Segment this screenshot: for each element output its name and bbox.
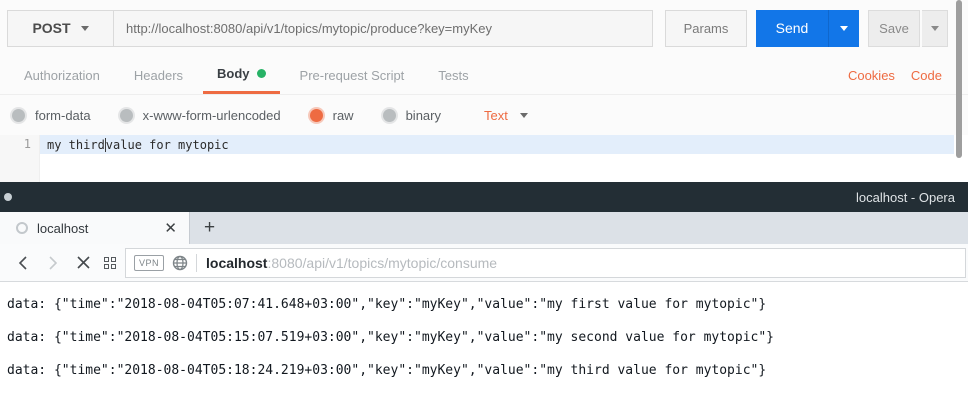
tab-pre-request-script[interactable]: Pre-request Script <box>286 56 419 94</box>
radio-label: raw <box>333 108 354 123</box>
body-type-row: form-data x-www-form-urlencoded raw bina… <box>0 95 968 135</box>
sse-event-line: data: {"time":"2018-08-04T05:15:07.519+0… <box>7 321 968 354</box>
back-button[interactable] <box>8 256 38 270</box>
opera-titlebar: localhost - Opera <box>0 182 968 212</box>
cookies-link[interactable]: Cookies <box>848 68 895 83</box>
grid-square <box>111 264 116 269</box>
tab-body[interactable]: Body <box>203 56 280 94</box>
grid-square <box>104 257 109 262</box>
browser-tabstrip: localhost ✕ + <box>0 212 968 244</box>
request-url-input[interactable] <box>113 10 653 47</box>
tab-label: Body <box>217 66 250 81</box>
method-select[interactable]: POST <box>7 10 113 47</box>
radio-label: binary <box>406 108 441 123</box>
tab-label: Tests <box>438 68 468 83</box>
body-content-dot-icon <box>257 69 266 78</box>
cookies-code-links: Cookies Code <box>848 56 968 94</box>
editor-text: my third <box>47 138 105 152</box>
send-button[interactable]: Send <box>756 10 828 47</box>
close-tab-icon[interactable]: ✕ <box>162 219 179 237</box>
editor-text: value for mytopic <box>106 138 229 152</box>
tab-label: Authorization <box>24 68 100 83</box>
chevron-down-icon <box>840 26 848 31</box>
method-label: POST <box>32 20 70 36</box>
chevron-down-icon <box>81 26 89 31</box>
forward-button[interactable] <box>38 256 68 270</box>
save-options-button[interactable] <box>922 10 948 47</box>
request-tabs: Authorization Headers Body Pre-request S… <box>0 56 968 95</box>
editor-active-line[interactable]: my third value for mytopic <box>40 135 954 154</box>
browser-tab-title: localhost <box>37 221 162 236</box>
chevron-left-icon <box>17 256 29 270</box>
format-select[interactable]: Text <box>484 108 528 123</box>
url-host: localhost <box>206 255 267 271</box>
window-title: localhost - Opera <box>856 190 955 205</box>
body-type-raw[interactable]: raw <box>310 108 354 123</box>
body-type-form-data[interactable]: form-data <box>12 108 91 123</box>
chevron-right-icon <box>47 256 59 270</box>
url-text[interactable]: localhost:8080/api/v1/topics/mytopic/con… <box>206 255 497 271</box>
radio-selected-icon <box>310 109 323 122</box>
vpn-badge[interactable]: VPN <box>134 255 164 271</box>
send-button-group: Send <box>756 10 859 47</box>
body-editor[interactable]: 1 my third value for mytopic <box>0 135 968 182</box>
sse-event-line: data: {"time":"2018-08-04T05:18:24.219+0… <box>7 354 968 387</box>
stop-reload-button[interactable] <box>68 256 98 269</box>
line-number: 1 <box>24 137 31 151</box>
scrollbar[interactable] <box>956 0 962 158</box>
chevron-down-icon <box>520 113 528 118</box>
code-link[interactable]: Code <box>911 68 942 83</box>
params-button[interactable]: Params <box>665 10 747 47</box>
postman-panel: POST Params Send Save Authorization Head… <box>0 0 968 182</box>
favicon-loading-icon <box>16 222 28 234</box>
format-label: Text <box>484 108 508 123</box>
tab-label: Pre-request Script <box>300 68 405 83</box>
editor-gutter: 1 <box>0 135 40 182</box>
status-dot-icon <box>4 193 12 201</box>
request-url-row: POST Params Send Save <box>0 0 968 56</box>
divider <box>196 254 197 272</box>
radio-label: x-www-form-urlencoded <box>143 108 281 123</box>
page-content: data: {"time":"2018-08-04T05:07:41.648+0… <box>0 282 968 403</box>
save-button[interactable]: Save <box>868 10 920 47</box>
editor-content[interactable]: my third value for mytopic <box>40 135 968 182</box>
chevron-down-icon <box>931 26 939 31</box>
browser-addressbar: VPN localhost:8080/api/v1/topics/mytopic… <box>0 244 968 282</box>
speed-dial-button[interactable] <box>104 257 116 269</box>
browser-tab-localhost[interactable]: localhost ✕ <box>0 212 190 244</box>
body-type-binary[interactable]: binary <box>383 108 441 123</box>
globe-icon[interactable] <box>172 255 188 271</box>
tab-label: Headers <box>134 68 183 83</box>
tab-tests[interactable]: Tests <box>424 56 482 94</box>
grid-square <box>111 257 116 262</box>
sse-event-line: data: {"time":"2018-08-04T05:07:41.648+0… <box>7 288 968 321</box>
spacer <box>489 56 848 94</box>
url-field[interactable]: VPN localhost:8080/api/v1/topics/mytopic… <box>125 248 966 278</box>
radio-icon <box>120 109 133 122</box>
send-options-button[interactable] <box>828 10 859 47</box>
radio-icon <box>383 109 396 122</box>
body-type-urlencoded[interactable]: x-www-form-urlencoded <box>120 108 281 123</box>
tab-headers[interactable]: Headers <box>120 56 197 94</box>
stop-x-icon <box>77 256 90 269</box>
radio-label: form-data <box>35 108 91 123</box>
tab-authorization[interactable]: Authorization <box>10 56 114 94</box>
opera-window: localhost - Opera localhost ✕ + <box>0 182 968 403</box>
grid-square <box>104 264 109 269</box>
new-tab-button[interactable]: + <box>190 212 229 244</box>
url-path: :8080/api/v1/topics/mytopic/consume <box>267 255 497 271</box>
radio-icon <box>12 109 25 122</box>
